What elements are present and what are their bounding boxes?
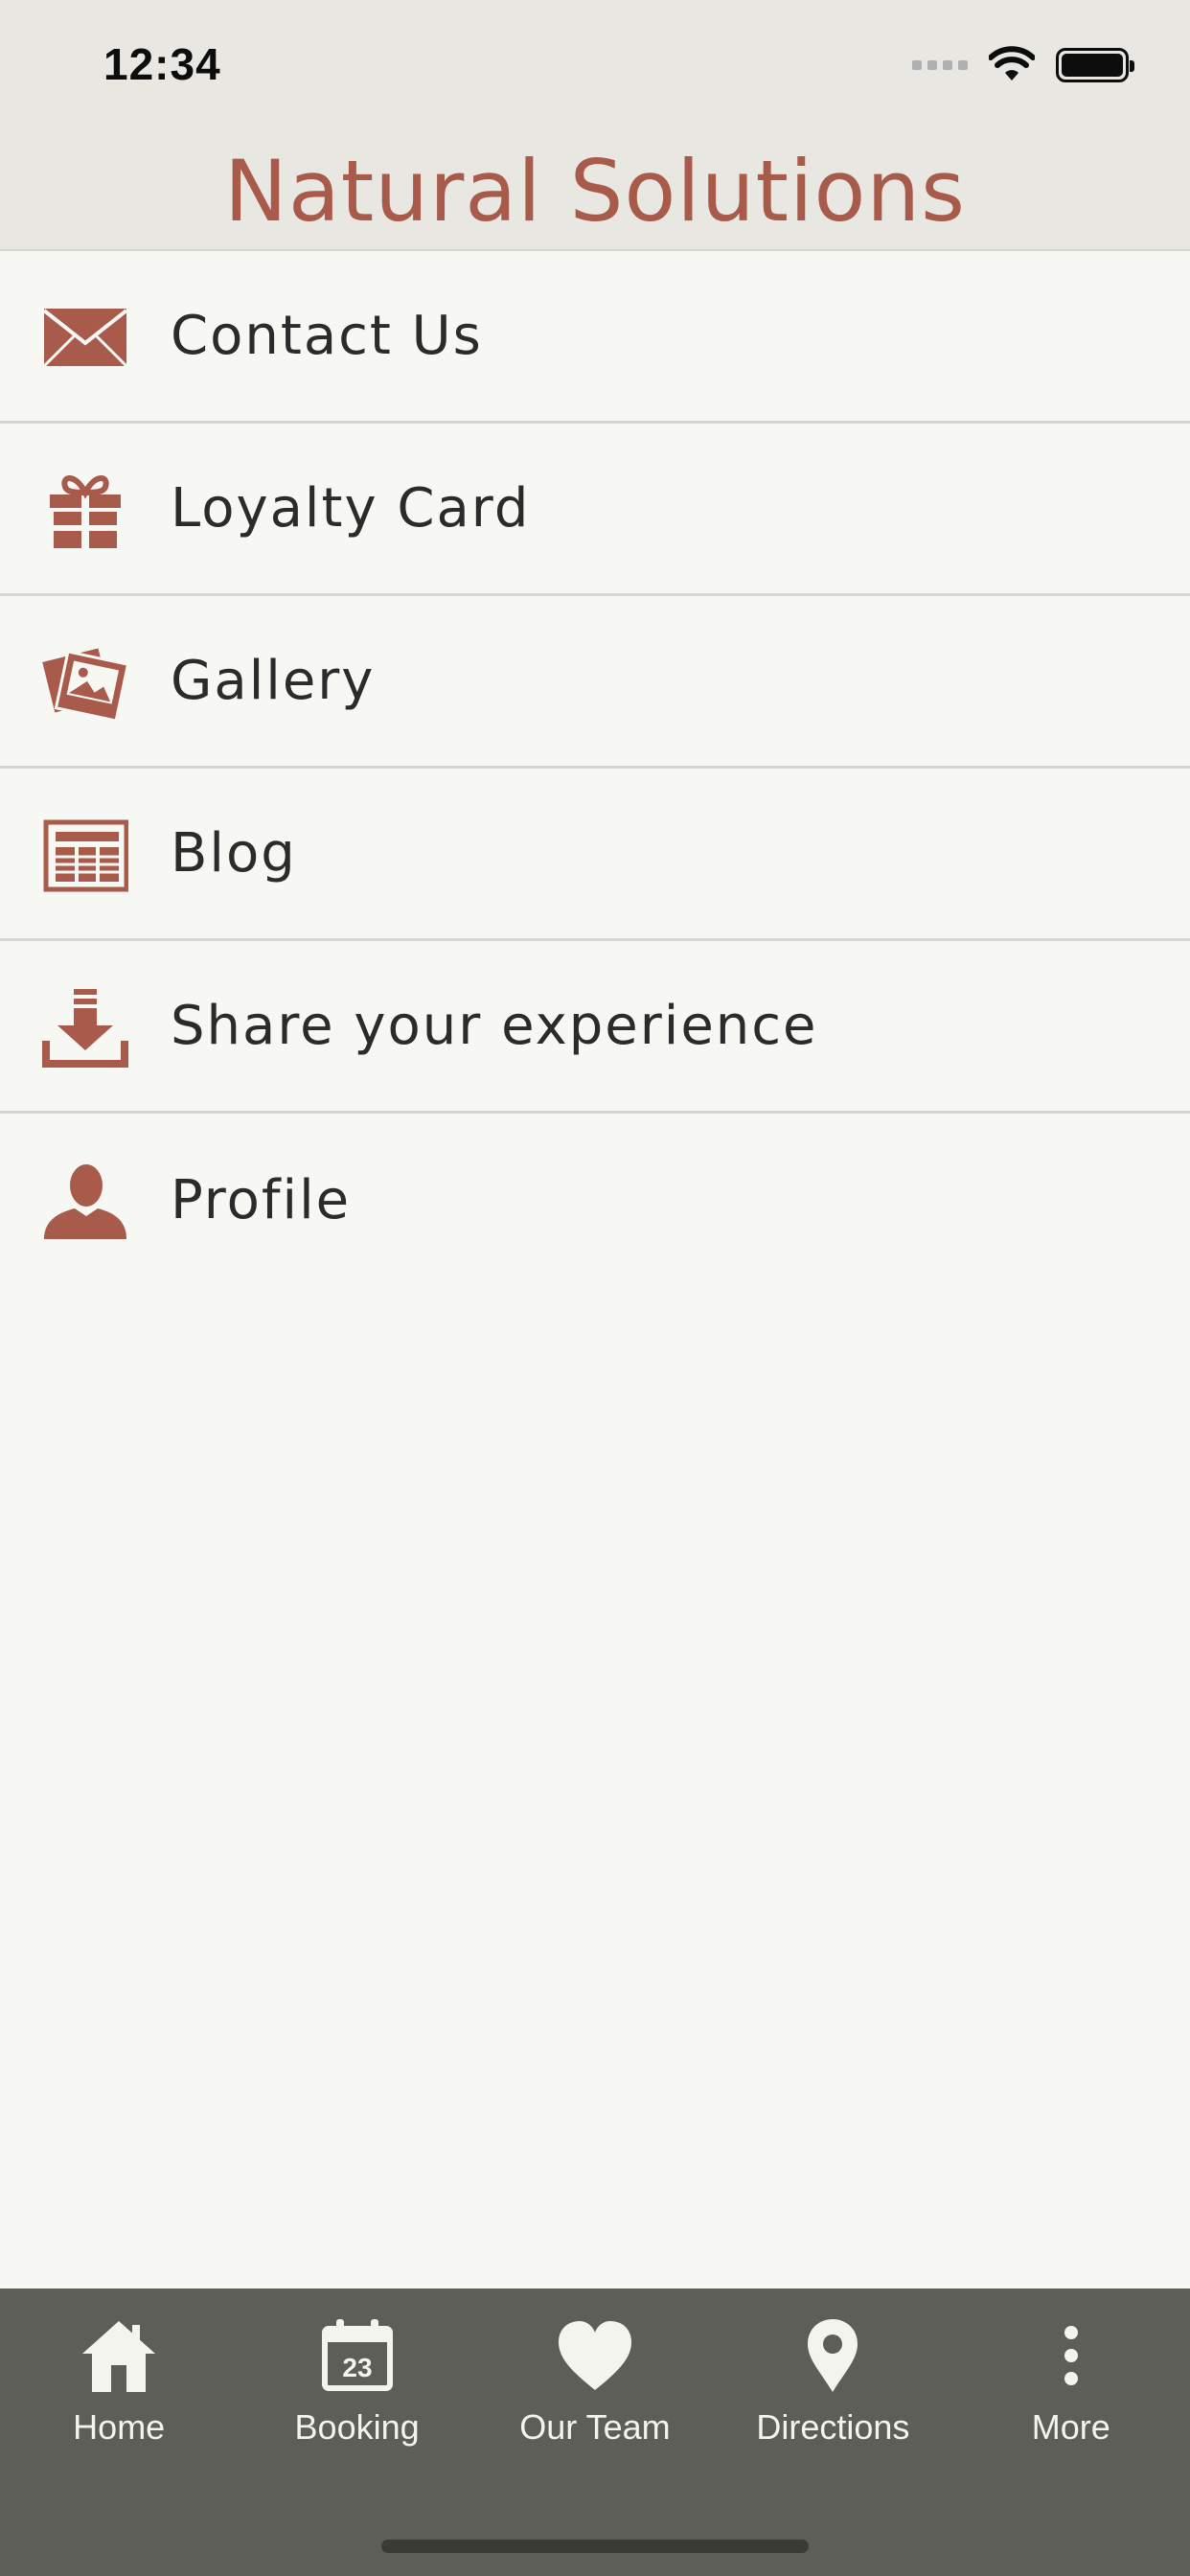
menu-item-blog[interactable]: Blog bbox=[0, 769, 1190, 941]
menu-item-label: Gallery bbox=[171, 650, 376, 712]
menu-item-profile[interactable]: Profile bbox=[0, 1114, 1190, 1286]
calendar-icon: 23 bbox=[321, 2319, 393, 2391]
menu-item-label: Profile bbox=[171, 1168, 352, 1231]
home-indicator[interactable] bbox=[381, 2540, 809, 2553]
battery-icon bbox=[1056, 48, 1134, 82]
heart-icon bbox=[558, 2321, 631, 2390]
tab-booking[interactable]: 23 Booking bbox=[238, 2288, 475, 2480]
tab-bar: Home 23 Booking Our Team Directions More bbox=[0, 2288, 1190, 2576]
more-vertical-icon bbox=[1064, 2326, 1078, 2385]
photos-icon bbox=[42, 638, 128, 724]
status-icons bbox=[912, 46, 1134, 84]
wifi-icon bbox=[989, 46, 1035, 80]
tab-label: Booking bbox=[294, 2407, 420, 2447]
menu-item-contact-us[interactable]: Contact Us bbox=[0, 251, 1190, 424]
page-title: Natural Solutions bbox=[224, 142, 966, 241]
menu-item-share-experience[interactable]: Share your experience bbox=[0, 941, 1190, 1114]
header: 12:34 Natural Solutions bbox=[0, 0, 1190, 251]
tab-home[interactable]: Home bbox=[0, 2288, 238, 2480]
tab-our-team[interactable]: Our Team bbox=[476, 2288, 714, 2480]
person-icon bbox=[42, 1157, 128, 1243]
menu-item-loyalty-card[interactable]: Loyalty Card bbox=[0, 424, 1190, 596]
gift-icon bbox=[42, 466, 128, 552]
menu-item-label: Contact Us bbox=[171, 305, 483, 367]
home-icon bbox=[82, 2321, 156, 2392]
envelope-icon bbox=[42, 293, 128, 380]
menu-list: Contact Us Loyalty Card Gallery Blog Sha… bbox=[0, 251, 1190, 1286]
menu-item-label: Loyalty Card bbox=[171, 477, 531, 540]
tab-label: Home bbox=[73, 2407, 166, 2447]
app-screen: 12:34 Natural Solutions Contact Us Loyal… bbox=[0, 0, 1190, 2576]
cellular-signal-icon bbox=[912, 60, 968, 70]
calendar-day-number: 23 bbox=[342, 2353, 372, 2382]
tab-label: Directions bbox=[756, 2407, 910, 2447]
location-pin-icon bbox=[808, 2319, 858, 2392]
tab-directions[interactable]: Directions bbox=[714, 2288, 951, 2480]
tab-more[interactable]: More bbox=[952, 2288, 1190, 2480]
tab-label: Our Team bbox=[519, 2407, 671, 2447]
menu-item-gallery[interactable]: Gallery bbox=[0, 596, 1190, 769]
tab-label: More bbox=[1031, 2407, 1110, 2447]
download-tray-icon bbox=[42, 983, 128, 1070]
menu-item-label: Share your experience bbox=[171, 995, 818, 1057]
status-time: 12:34 bbox=[103, 39, 221, 89]
newspaper-icon bbox=[42, 811, 128, 897]
menu-item-label: Blog bbox=[171, 822, 297, 885]
